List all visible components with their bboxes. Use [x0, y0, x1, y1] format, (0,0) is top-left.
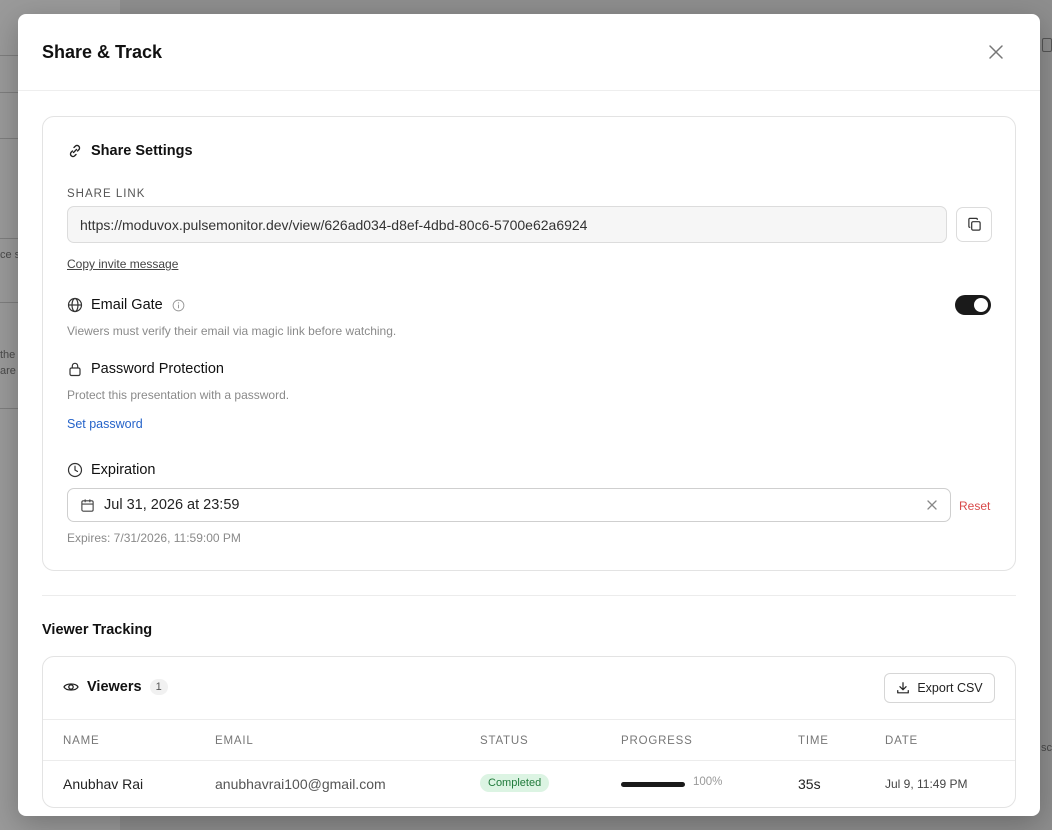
copy-icon: [967, 217, 981, 231]
info-icon[interactable]: [172, 299, 185, 312]
viewer-date: Jul 9, 11:49 PM: [885, 777, 968, 791]
email-gate-hint: Viewers must verify their email via magi…: [67, 324, 397, 338]
expires-text: Expires: 7/31/2026, 11:59:00 PM: [67, 531, 241, 545]
column-header-date: DATE: [885, 735, 919, 747]
set-password-link[interactable]: Set password: [67, 417, 143, 431]
password-hint: Protect this presentation with a passwor…: [67, 388, 290, 402]
background-text: are: [0, 365, 16, 377]
email-gate-toggle[interactable]: [955, 295, 991, 315]
viewer-name: Anubhav Rai: [63, 776, 144, 792]
section-divider: [42, 595, 1016, 596]
copy-link-button[interactable]: [956, 207, 992, 242]
clock-icon: [67, 462, 83, 478]
export-csv-label: Export CSV: [917, 681, 983, 695]
close-icon: [989, 45, 1003, 59]
viewer-tracking-title: Viewer Tracking: [42, 622, 153, 638]
viewer-email: anubhavrai100@gmail.com: [215, 776, 386, 792]
progress-percent: 100%: [693, 776, 723, 788]
background-divider: [0, 138, 18, 139]
eye-icon: [63, 683, 79, 691]
globe-icon: [67, 297, 83, 313]
expiration-date-value: Jul 31, 2026 at 23:59: [104, 497, 240, 513]
modal-header: Share & Track: [18, 14, 1040, 91]
table-header: NAME EMAIL STATUS PROGRESS TIME DATE: [43, 719, 1015, 761]
password-heading: Password Protection: [67, 361, 224, 377]
toggle-knob: [974, 298, 988, 312]
close-button[interactable]: [988, 44, 1004, 60]
background-divider: [0, 92, 18, 93]
viewers-count-badge: 1: [149, 679, 168, 695]
background-icon: [1042, 38, 1052, 52]
column-header-name: NAME: [63, 735, 100, 747]
progress-bar: [621, 782, 685, 787]
column-header-email: EMAIL: [215, 735, 254, 747]
copy-invite-link[interactable]: Copy invite message: [67, 257, 178, 271]
background-divider: [0, 55, 18, 56]
status-badge: Completed: [480, 774, 550, 792]
background-text: the: [0, 349, 16, 361]
column-header-status: STATUS: [480, 735, 529, 747]
expiration-date-input[interactable]: Jul 31, 2026 at 23:59: [67, 488, 951, 522]
link-icon: [69, 144, 81, 158]
column-header-progress: PROGRESS: [621, 735, 693, 747]
password-label: Password Protection: [91, 361, 224, 377]
viewers-label: Viewers: [87, 679, 142, 695]
background-text: sc: [1041, 742, 1052, 754]
share-link-field[interactable]: https://moduvox.pulsemonitor.dev/view/62…: [67, 206, 947, 243]
share-link-label: SHARE LINK: [67, 188, 146, 200]
clear-icon[interactable]: [926, 499, 938, 511]
viewers-heading: Viewers 1: [63, 679, 168, 695]
table-row[interactable]: Anubhav Rai anubhavrai100@gmail.com Comp…: [43, 761, 1015, 807]
viewers-card: Viewers 1 Export CSV NAME EMAIL STATUS P…: [42, 656, 1016, 808]
background-divider: [0, 408, 18, 409]
share-settings-card: Share Settings SHARE LINK https://moduvo…: [42, 116, 1016, 571]
share-link-value: https://moduvox.pulsemonitor.dev/view/62…: [80, 216, 588, 233]
viewer-time: 35s: [798, 776, 821, 792]
modal-title: Share & Track: [42, 42, 163, 62]
background-divider: [0, 238, 18, 239]
share-settings-heading: Share Settings: [67, 143, 193, 159]
share-track-modal: Share & Track Share Settings SHARE LINK …: [18, 14, 1040, 816]
expiration-label: Expiration: [91, 462, 156, 478]
progress-fill: [621, 782, 685, 787]
expiration-heading: Expiration: [67, 462, 155, 478]
reset-expiration-link[interactable]: Reset: [959, 499, 990, 513]
calendar-icon: [81, 498, 94, 512]
lock-icon: [69, 362, 81, 377]
share-settings-title: Share Settings: [91, 143, 193, 159]
column-header-time: TIME: [798, 735, 829, 747]
download-icon: [897, 682, 910, 694]
background-divider: [0, 302, 18, 303]
email-gate-label: Email Gate: [91, 297, 163, 313]
export-csv-button[interactable]: Export CSV: [884, 673, 995, 703]
email-gate-heading: Email Gate: [67, 297, 185, 313]
